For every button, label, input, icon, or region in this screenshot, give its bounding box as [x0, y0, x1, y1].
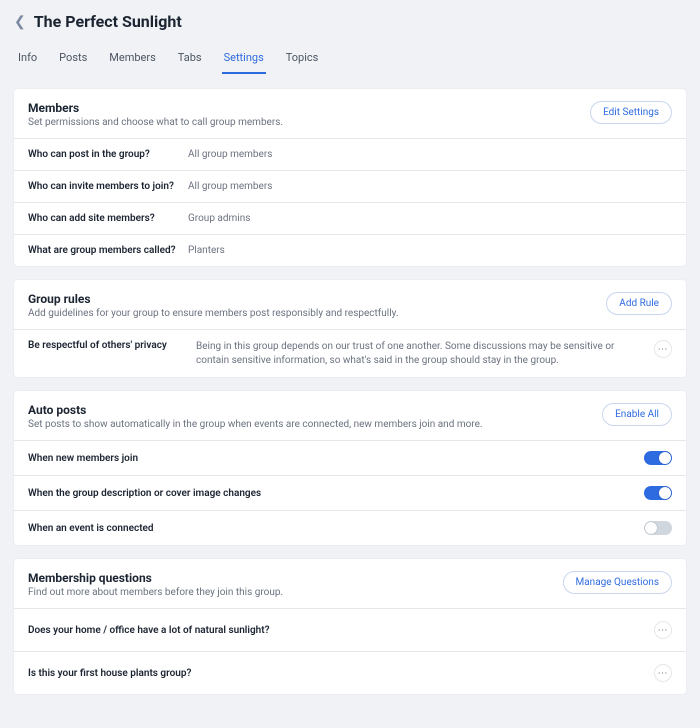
- rule-title: Be respectful of others' privacy: [28, 340, 178, 351]
- rule-row: Be respectful of others' privacy Being in…: [14, 329, 686, 377]
- more-icon[interactable]: ⋯: [654, 664, 672, 682]
- membership-questions-subtitle: Find out more about members before they …: [28, 587, 283, 598]
- tab-topics[interactable]: Topics: [286, 43, 319, 74]
- back-icon[interactable]: ❮: [14, 14, 26, 30]
- setting-label: Who can invite members to join?: [28, 181, 188, 192]
- question-row: Is this your first house plants group? ⋯: [14, 651, 686, 694]
- setting-label: Who can add site members?: [28, 213, 188, 224]
- setting-value: All group members: [188, 181, 272, 192]
- setting-label: Who can post in the group?: [28, 149, 188, 160]
- question-text: Is this your first house plants group?: [28, 668, 191, 679]
- auto-post-label: When an event is connected: [28, 523, 154, 534]
- tab-posts[interactable]: Posts: [59, 43, 87, 74]
- more-icon[interactable]: ⋯: [654, 621, 672, 639]
- add-rule-button[interactable]: Add Rule: [606, 292, 672, 315]
- auto-posts-title: Auto posts: [28, 403, 483, 417]
- membership-questions-card: Membership questions Find out more about…: [14, 559, 686, 694]
- setting-value: All group members: [188, 149, 272, 160]
- edit-settings-button[interactable]: Edit Settings: [590, 101, 672, 124]
- enable-all-button[interactable]: Enable All: [602, 403, 672, 426]
- tab-info[interactable]: Info: [18, 43, 37, 74]
- tab-members[interactable]: Members: [109, 43, 156, 74]
- members-setting-row: Who can post in the group?All group memb…: [14, 138, 686, 170]
- group-rules-subtitle: Add guidelines for your group to ensure …: [28, 308, 399, 319]
- auto-post-label: When the group description or cover imag…: [28, 488, 261, 499]
- members-setting-row: Who can add site members?Group admins: [14, 202, 686, 234]
- toggle-switch[interactable]: [644, 451, 672, 465]
- question-row: Does your home / office have a lot of na…: [14, 608, 686, 651]
- auto-posts-card: Auto posts Set posts to show automatical…: [14, 391, 686, 545]
- members-title: Members: [28, 101, 283, 115]
- toggle-switch[interactable]: [644, 521, 672, 535]
- setting-value: Group admins: [188, 213, 250, 224]
- question-text: Does your home / office have a lot of na…: [28, 625, 270, 636]
- toggle-switch[interactable]: [644, 486, 672, 500]
- auto-post-row: When an event is connected: [14, 510, 686, 545]
- tab-tabs[interactable]: Tabs: [178, 43, 202, 74]
- membership-questions-title: Membership questions: [28, 571, 283, 585]
- members-setting-row: What are group members called?Planters: [14, 234, 686, 266]
- page-title: The Perfect Sunlight: [34, 12, 182, 31]
- members-setting-row: Who can invite members to join?All group…: [14, 170, 686, 202]
- members-card: Members Set permissions and choose what …: [14, 89, 686, 266]
- setting-label: What are group members called?: [28, 245, 188, 256]
- more-icon[interactable]: ⋯: [654, 340, 672, 358]
- rule-body: Being in this group depends on our trust…: [196, 340, 636, 367]
- tab-settings[interactable]: Settings: [224, 43, 264, 74]
- group-rules-card: Group rules Add guidelines for your grou…: [14, 280, 686, 377]
- tabs-bar: Info Posts Members Tabs Settings Topics: [14, 37, 686, 75]
- auto-post-row: When new members join: [14, 440, 686, 475]
- auto-posts-subtitle: Set posts to show automatically in the g…: [28, 419, 483, 430]
- setting-value: Planters: [188, 245, 225, 256]
- auto-post-row: When the group description or cover imag…: [14, 475, 686, 510]
- manage-questions-button[interactable]: Manage Questions: [563, 571, 672, 594]
- group-rules-title: Group rules: [28, 292, 399, 306]
- members-subtitle: Set permissions and choose what to call …: [28, 117, 283, 128]
- auto-post-label: When new members join: [28, 453, 138, 464]
